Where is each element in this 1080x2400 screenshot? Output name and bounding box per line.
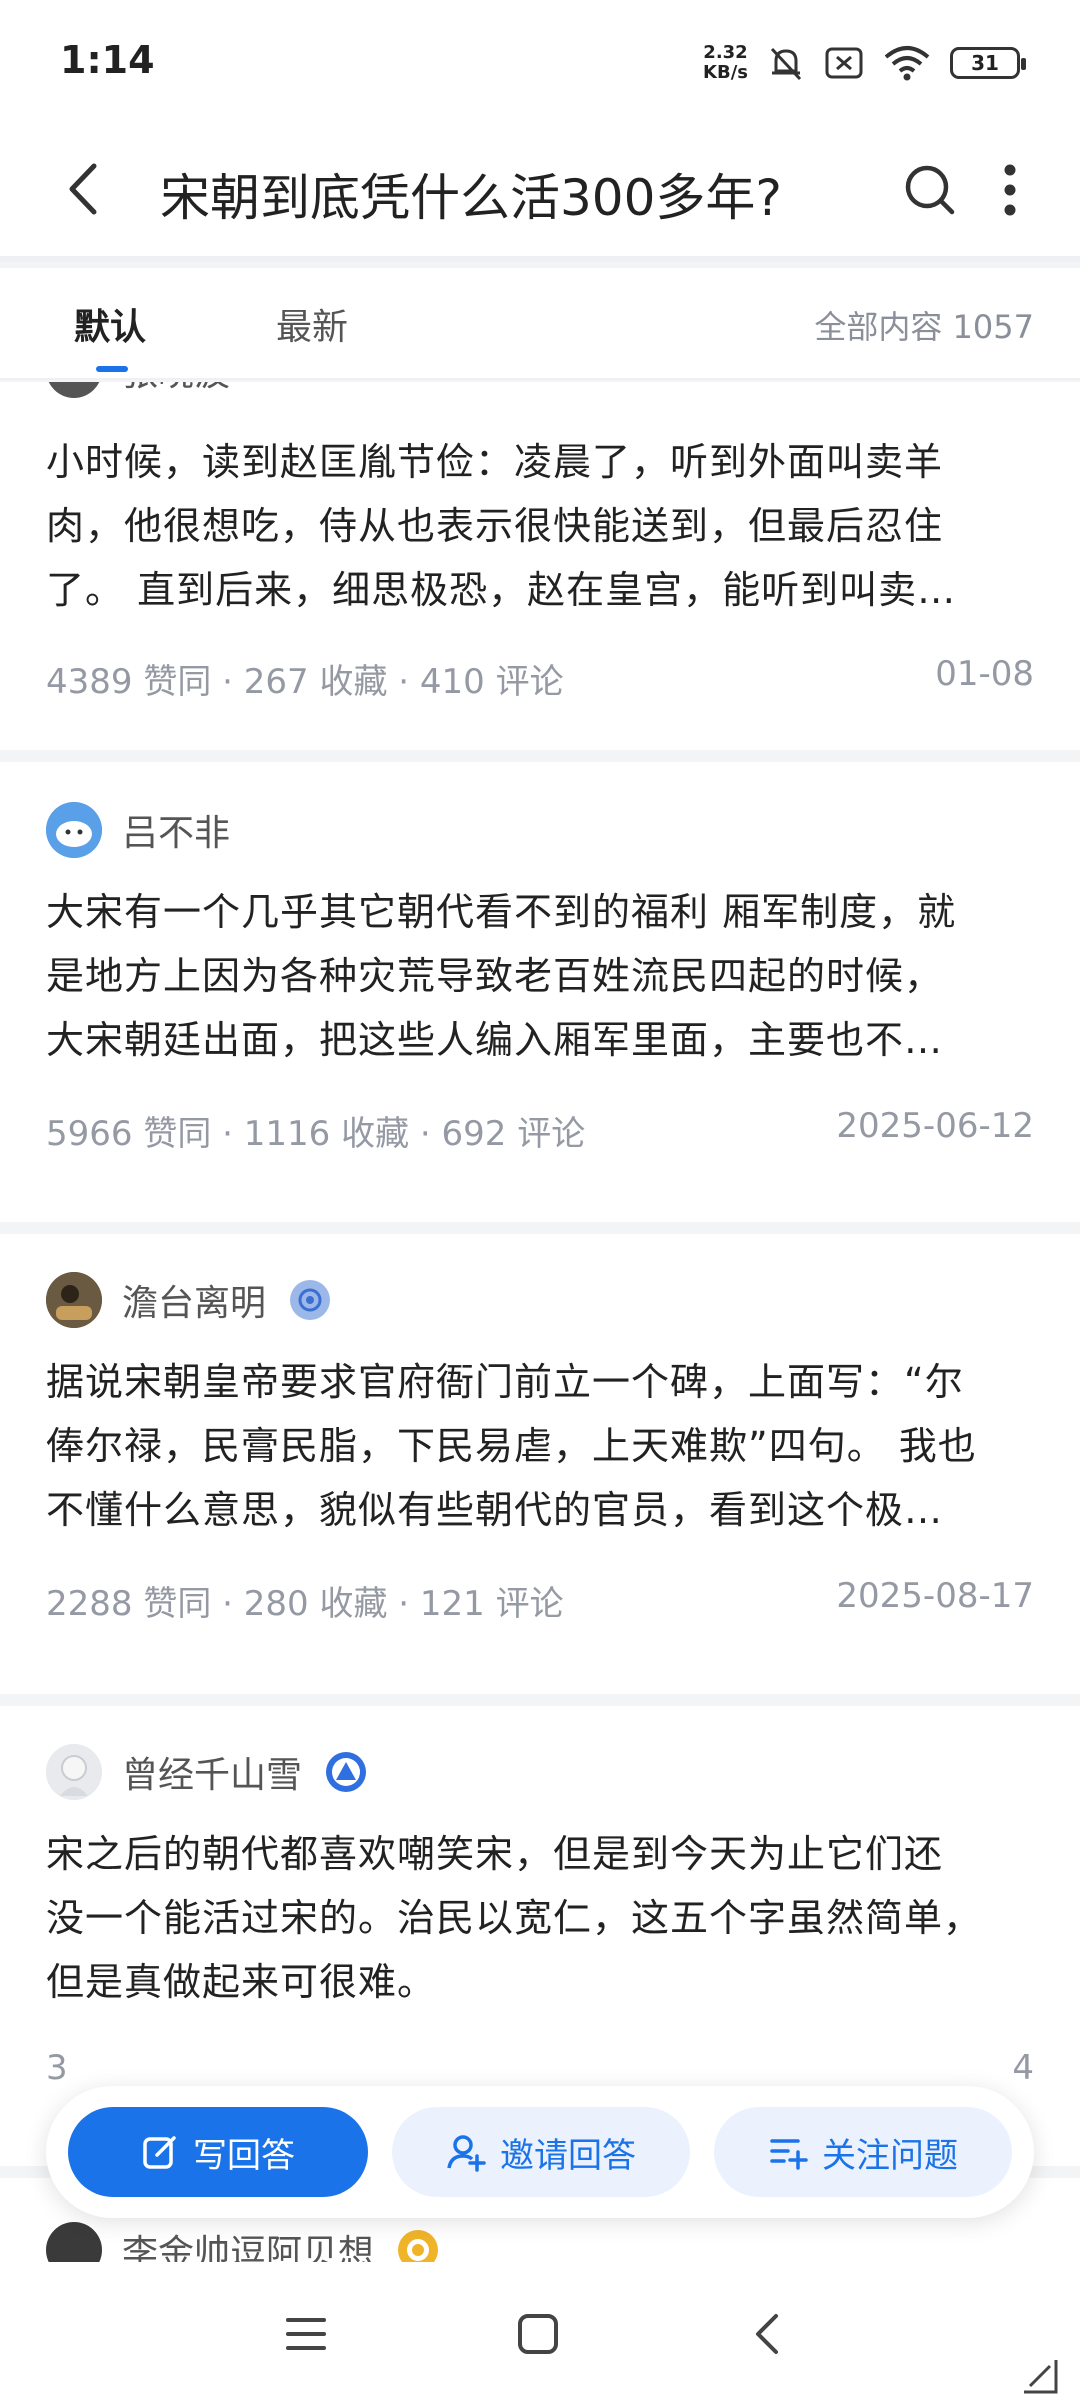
sort-tabs: 默认 最新 全部内容 1057 <box>0 268 1080 380</box>
speed-unit: KB/s <box>703 62 748 83</box>
write-answer-button[interactable]: 写回答 <box>68 2107 368 2197</box>
search-icon[interactable] <box>900 160 960 220</box>
avatar[interactable] <box>46 1744 102 1800</box>
edit-icon <box>143 2136 176 2169</box>
screenshot-corner-icon <box>1024 2360 1058 2394</box>
avatar[interactable] <box>46 1272 102 1328</box>
answer-card[interactable]: 吕不非 大宋有一个几乎其它朝代看不到的福利 厢军制度，就 是地方上因为各种灾荒导… <box>0 762 1080 1222</box>
avatar[interactable] <box>46 382 102 398</box>
answer-card[interactable]: 张晓波 小时候，读到赵匡胤节俭：凌晨了，听到外面叫卖羊 肉，他很想吃，侍从也表示… <box>0 382 1080 750</box>
answer-author[interactable]: 澹台离明 <box>46 1272 331 1328</box>
answer-excerpt[interactable]: 大宋有一个几乎其它朝代看不到的福利 厢军制度，就 是地方上因为各种灾荒导致老百姓… <box>46 880 1036 1072</box>
answer-excerpt[interactable]: 据说宋朝皇帝要求官府衙门前立一个碑，上面写：“尔 俸尔禄，民膏民脂，下民易虐，上… <box>46 1350 1036 1542</box>
tab-latest[interactable]: 最新 <box>276 298 348 350</box>
answer-excerpt[interactable]: 宋之后的朝代都喜欢嘲笑宋，但是到今天为止它们还 没一个能活过宋的。治民以宽仁，这… <box>46 1822 1036 2014</box>
excerpt-line: 小时候，读到赵匡胤节俭：凌晨了，听到外面叫卖羊 <box>46 440 944 484</box>
invite-answer-button[interactable]: 邀请回答 <box>392 2107 690 2197</box>
excerpt-line: 是地方上因为各种灾荒导致老百姓流民四起的时候， <box>46 954 944 998</box>
network-speed: 2.32 KB/s <box>703 43 748 83</box>
status-time: 1:14 <box>60 38 155 82</box>
bell-muted-icon <box>770 47 802 81</box>
invite-user-icon <box>447 2135 486 2172</box>
answer-date: 2025-06-12 <box>836 1106 1034 1146</box>
write-answer-label: 写回答 <box>193 2135 295 2176</box>
answer-stats: 3 <box>46 2048 68 2088</box>
verified-badge-icon <box>290 1280 331 1320</box>
answer-date: 01-08 <box>935 654 1034 694</box>
achievement-badge-icon <box>326 1752 367 1792</box>
excerpt-line: 据说宋朝皇帝要求官府衙门前立一个碑，上面写：“尔 <box>46 1360 964 1404</box>
answer-meta: 2288 赞同 · 280 收藏 · 121 评论 2025-08-17 <box>46 1576 1034 1625</box>
avatar-image-icon <box>46 1272 102 1328</box>
answer-author[interactable]: 吕不非 <box>46 802 230 858</box>
back-button[interactable] <box>50 154 120 224</box>
excerpt-line: 不懂什么意思，貌似有些朝代的官员，看到这个极… <box>46 1488 944 1532</box>
status-icons: 2.32 KB/s 31 <box>703 40 1026 86</box>
back-nav-icon[interactable] <box>738 2304 798 2364</box>
action-bar: 写回答 邀请回答 关注问题 <box>46 2086 1034 2218</box>
active-tab-indicator <box>96 366 128 372</box>
total-content-count: 全部内容 1057 <box>814 308 1034 346</box>
answer-author[interactable]: 张晓波 <box>46 382 230 398</box>
answer-meta: 5966 赞同 · 1116 收藏 · 692 评论 2025-06-12 <box>46 1106 1034 1155</box>
excerpt-line: 没一个能活过宋的。治民以宽仁，这五个字虽然简单， <box>46 1896 983 1940</box>
answer-author[interactable]: 曾经千山雪 <box>46 1744 367 1800</box>
invite-answer-label: 邀请回答 <box>500 2135 636 2176</box>
follow-list-icon <box>770 2139 808 2170</box>
no-sim-icon <box>825 47 863 79</box>
avatar[interactable] <box>46 802 102 858</box>
author-name[interactable]: 曾经千山雪 <box>122 1746 302 1798</box>
excerpt-line: 但是真做起来可很难。 <box>46 1960 437 2004</box>
answer-stats: 4389 赞同 · 267 收藏 · 410 评论 <box>46 662 564 702</box>
author-name[interactable]: 张晓波 <box>122 382 230 396</box>
author-name[interactable]: 吕不非 <box>122 804 230 856</box>
page-title: 宋朝到底凭什么活300多年? <box>160 169 782 227</box>
excerpt-line: 了。 直到后来，细思极恐，赵在皇宫，能听到叫卖… <box>46 568 957 612</box>
excerpt-line: 大宋有一个几乎其它朝代看不到的福利 厢军制度，就 <box>46 890 957 934</box>
app-bar: 宋朝到底凭什么活300多年? <box>0 126 1080 262</box>
avatar-image-icon <box>46 1744 102 1800</box>
answer-date: 2025-08-17 <box>836 1576 1034 1616</box>
battery-indicator: 31 <box>950 47 1026 79</box>
answer-excerpt[interactable]: 小时候，读到赵匡胤节俭：凌晨了，听到外面叫卖羊 肉，他很想吃，侍从也表示很快能送… <box>46 430 1036 622</box>
follow-question-label: 关注问题 <box>822 2135 958 2176</box>
answer-meta: 3 4 <box>46 2048 1034 2088</box>
author-name[interactable]: 澹台离明 <box>122 1274 266 1326</box>
avatar-image-icon <box>46 802 102 858</box>
answer-stats: 2288 赞同 · 280 收藏 · 121 评论 <box>46 1584 564 1624</box>
status-bar: 1:14 2.32 KB/s 31 <box>0 0 1080 126</box>
excerpt-line: 宋之后的朝代都喜欢嘲笑宋，但是到今天为止它们还 <box>46 1832 944 1876</box>
tab-default[interactable]: 默认 <box>74 298 146 350</box>
excerpt-line: 俸尔禄，民膏民脂，下民易虐，上天难欺”四句。 我也 <box>46 1424 977 1468</box>
excerpt-line: 大宋朝廷出面，把这些人编入厢军里面，主要也不… <box>46 1018 944 1062</box>
answer-card[interactable]: 澹台离明 据说宋朝皇帝要求官府衙门前立一个碑，上面写：“尔 俸尔禄，民膏民脂，下… <box>0 1234 1080 1694</box>
more-options-icon[interactable] <box>985 160 1035 220</box>
follow-question-button[interactable]: 关注问题 <box>714 2107 1012 2197</box>
answer-meta: 4389 赞同 · 267 收藏 · 410 评论 01-08 <box>46 654 1034 703</box>
answer-stats: 5966 赞同 · 1116 收藏 · 692 评论 <box>46 1114 586 1154</box>
answer-date: 4 <box>1012 2048 1034 2088</box>
wifi-icon <box>884 46 930 81</box>
excerpt-line: 肉，他很想吃，侍从也表示很快能送到，但最后忍住 <box>46 504 944 548</box>
speed-value: 2.32 <box>703 42 748 63</box>
home-icon[interactable] <box>508 2304 568 2364</box>
answer-feed[interactable]: 张晓波 小时候，读到赵匡胤节俭：凌晨了，听到外面叫卖羊 肉，他很想吃，侍从也表示… <box>0 382 1080 2300</box>
system-nav-bar <box>0 2262 1080 2400</box>
recent-apps-icon[interactable] <box>276 2304 336 2364</box>
